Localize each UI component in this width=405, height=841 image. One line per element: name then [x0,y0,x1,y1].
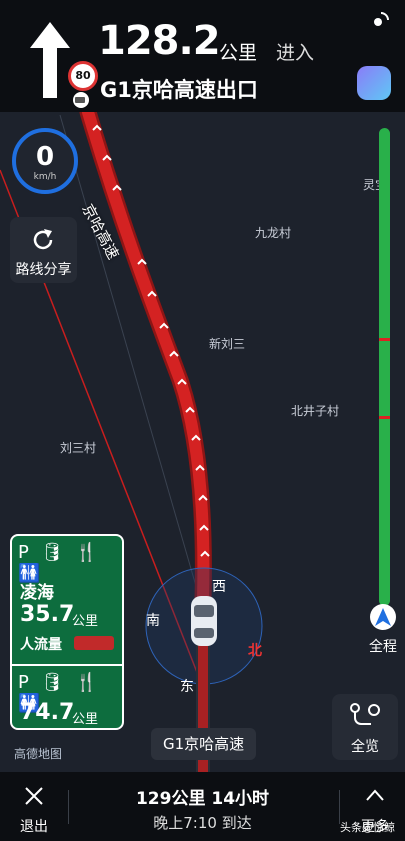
route-progress-bar [379,128,390,606]
distance-unit: 公里 [219,42,258,64]
overview-button[interactable]: 全览 [332,694,398,760]
overview-label: 全览 [351,739,379,755]
card-divider [12,664,122,666]
service-area-card[interactable]: P 🛢 🍴 🚻 凌海 35.7 公里 人流量 P 🛢 🍴 🚻 74.7 公里 [10,534,124,730]
compass-east: 东 [180,679,194,695]
route-share-label: 路线分享 [15,262,72,278]
speed-value: 0 [35,142,55,172]
share-icon [33,229,53,250]
service-area-distance: 35.7 [20,602,75,627]
route-share-button[interactable]: 路线分享 [10,217,77,283]
crowd-level-indicator [74,636,114,650]
nav-banner: 128.2 公里 进入 G1京哈高速出口 80 [0,0,405,112]
current-road-name: G1京哈高速 [151,728,257,760]
speed-unit: km/h [33,172,57,182]
next-road-name: G1京哈高速出口 [100,78,258,102]
compass-west: 西 [212,579,226,595]
remaining-distance-time: 129公里 14小时 [135,789,270,809]
current-position-marker [370,604,396,630]
compass-north: 北 [248,643,262,659]
nav-action: 进入 [276,42,315,64]
service-area-name: 凌海 [20,583,54,603]
next-service-distance: 74.7 [20,700,75,725]
place-label: 刘三村 [60,441,97,455]
route-overview-icon [350,703,380,725]
camera-icon [73,92,89,108]
voice-assistant-icon[interactable] [357,66,391,100]
vehicle-icon [191,596,217,646]
map-logo: 高德地图 [14,747,63,761]
place-label: 北井子村 [291,404,340,418]
full-route-label: 全程 [369,639,397,655]
gps-signal-icon [374,12,389,26]
chevron-up-icon [366,789,384,801]
straight-arrow-icon [30,22,70,98]
compass-south: 南 [146,613,160,629]
service-area-unit: 公里 [72,614,99,629]
watermark: 头条@惊鲸 [340,821,395,834]
next-distance: 128.2 [98,18,221,64]
speed-limit-sign: 80 [68,61,98,91]
next-service-unit: 公里 [72,712,99,727]
navigation-arrow-icon [375,608,391,626]
place-label: 九龙村 [255,226,292,240]
speedometer: 0 km/h [12,128,78,194]
place-label: 新刘三 [209,337,246,351]
crowd-label: 人流量 [20,637,62,653]
